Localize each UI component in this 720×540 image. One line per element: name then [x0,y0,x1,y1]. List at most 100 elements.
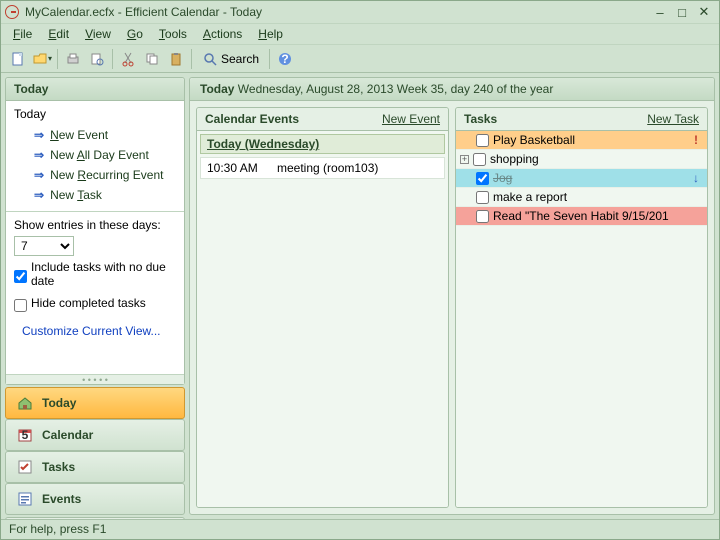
customize-view-link[interactable]: Customize Current View... [22,324,168,338]
event-time: 10:30 AM [207,161,277,175]
toolbar: ▾ Search ? [1,45,719,73]
task-row[interactable]: Play Basketball! [456,131,707,150]
svg-text:5: 5 [22,428,29,442]
main-area: Today Wednesday, August 28, 2013 Week 35… [189,77,715,515]
nav-tasks[interactable]: Tasks [5,451,185,483]
action-label: New Task [50,188,102,202]
menu-view[interactable]: View [77,25,119,43]
action-new-recurring-event[interactable]: ⇒ New Recurring Event [14,165,176,185]
task-flag-icon: ! [689,133,703,147]
action-new-task[interactable]: ⇒ New Task [14,185,176,205]
statusbar: For help, press F1 [1,519,719,539]
menu-actions[interactable]: Actions [195,25,250,43]
nav-calendar[interactable]: 5 Calendar [5,419,185,451]
nav-today[interactable]: Today [5,387,185,419]
include-tasks-checkbox[interactable] [14,270,27,283]
action-new-event[interactable]: ⇒ New Event [14,125,176,145]
menu-tools[interactable]: Tools [151,25,195,43]
main-header: Today Wednesday, August 28, 2013 Week 35… [190,78,714,101]
event-title: meeting (room103) [277,161,378,175]
nav-label: Calendar [42,428,93,442]
task-text: Jog [493,171,685,185]
task-text: shopping [490,152,685,166]
print-preview-button[interactable] [86,48,108,70]
menu-edit[interactable]: Edit [40,25,77,43]
app-icon [5,5,19,19]
menubar: FileEditViewGoToolsActionsHelp [1,23,719,45]
maximize-button[interactable]: □ [671,4,693,20]
paste-button[interactable] [165,48,187,70]
main-title-bold: Today [200,82,234,96]
today-section-label: Today [14,107,176,121]
task-flag-icon: ↓ [689,171,703,185]
task-checkbox[interactable] [476,191,489,204]
today-panel-header: Today [6,78,184,101]
help-button[interactable]: ? [274,48,296,70]
days-select[interactable]: 7 [14,236,74,256]
print-button[interactable] [62,48,84,70]
main-title-date: Wednesday, August 28, 2013 Week 35, day … [238,82,554,96]
day-header: Today (Wednesday) [200,134,445,154]
titlebar: MyCalendar.ecfx - Efficient Calendar - T… [1,1,719,23]
new-task-link[interactable]: New Task [647,112,699,126]
open-button[interactable]: ▾ [31,48,53,70]
new-event-link[interactable]: New Event [382,112,440,126]
tasks-icon [16,458,34,476]
hide-completed-label[interactable]: Hide completed tasks [31,296,146,310]
task-row[interactable]: + shopping [456,150,707,169]
new-document-button[interactable] [7,48,29,70]
task-text: make a report [493,190,685,204]
event-row[interactable]: 10:30 AMmeeting (room103) [200,157,445,179]
arrow-right-icon: ⇒ [34,128,44,142]
tasks-column-title: Tasks [464,112,497,126]
status-text: For help, press F1 [9,522,106,536]
task-text: Read "The Seven Habit 9/15/201 [493,209,685,223]
nav-label: Tasks [42,460,75,474]
window-title: MyCalendar.ecfx - Efficient Calendar - T… [25,5,262,19]
action-label: New All Day Event [50,148,149,162]
nav-events[interactable]: Events [5,483,185,515]
close-button[interactable]: ✕ [693,4,715,20]
task-checkbox[interactable] [476,210,489,223]
copy-button[interactable] [141,48,163,70]
task-checkbox[interactable] [473,153,486,166]
tasks-column: Tasks New Task Play Basketball! + shopping… [455,107,708,508]
expand-icon[interactable]: + [460,155,469,164]
sidebar: Today Today ⇒New Event⇒New All Day Event… [5,77,185,515]
toolbar-separator [269,49,270,69]
task-row[interactable]: make a report [456,188,707,207]
today-icon [16,394,34,412]
task-text: Play Basketball [493,133,685,147]
search-button[interactable]: Search [196,49,265,69]
events-icon [16,490,34,508]
task-checkbox[interactable] [476,134,489,147]
toolbar-separator [191,49,192,69]
include-tasks-label[interactable]: Include tasks with no due date [31,260,176,288]
nav-label: Today [42,396,76,410]
show-entries-label: Show entries in these days: [14,218,176,232]
menu-file[interactable]: File [5,25,40,43]
minimize-button[interactable]: – [649,4,671,20]
action-label: New Event [50,128,108,142]
calendar-events-column: Calendar Events New Event Today (Wednesd… [196,107,449,508]
search-icon [202,51,218,67]
calendar-icon: 5 [16,426,34,444]
svg-text:?: ? [281,52,288,66]
task-row[interactable]: Jog ↓ [456,169,707,188]
action-new-all-day-event[interactable]: ⇒New All Day Event [14,145,176,165]
hide-completed-checkbox[interactable] [14,299,27,312]
today-panel: Today Today ⇒New Event⇒New All Day Event… [5,77,185,385]
calendar-column-title: Calendar Events [205,112,299,126]
toolbar-separator [112,49,113,69]
menu-help[interactable]: Help [250,25,291,43]
arrow-right-icon: ⇒ [34,168,44,182]
menu-go[interactable]: Go [119,25,151,43]
panel-resize-grip[interactable]: • • • • • [6,374,184,384]
action-label: New Recurring Event [50,168,163,182]
arrow-right-icon: ⇒ [34,188,44,202]
task-checkbox[interactable] [476,172,489,185]
cut-button[interactable] [117,48,139,70]
toolbar-separator [57,49,58,69]
search-label: Search [221,52,259,66]
task-row[interactable]: Read "The Seven Habit 9/15/201 [456,207,707,226]
